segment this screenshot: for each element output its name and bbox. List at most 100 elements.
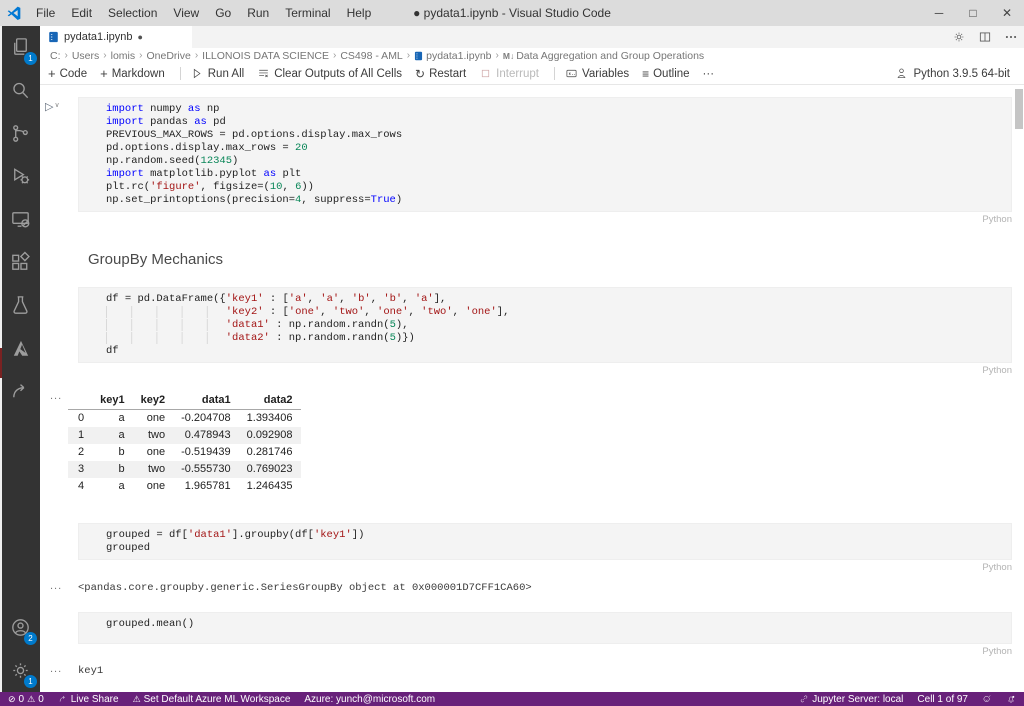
notifications-button[interactable]	[1006, 694, 1016, 704]
code-editor[interactable]: df = pd.DataFrame({'key1' : ['a', 'a', '…	[78, 287, 1012, 363]
output-options-ellipsis[interactable]: ...	[50, 663, 62, 675]
tab-bar: pydata1.ipynb ●	[40, 26, 1024, 48]
interpreter-icon	[895, 67, 908, 80]
sidebar-item-remote-explorer[interactable]	[0, 198, 40, 241]
code-line: plt.rc('figure', figsize=(10, 6))	[106, 181, 1005, 194]
add-code-cell-button[interactable]: +Code	[48, 66, 87, 81]
restart-button[interactable]: ↻ Restart	[415, 67, 466, 81]
table-header-cell: key1	[92, 392, 132, 410]
split-editor-icon[interactable]	[978, 30, 992, 44]
menu-selection[interactable]: Selection	[100, 0, 165, 26]
code-editor[interactable]: grouped.mean()	[78, 612, 1012, 644]
menu-go[interactable]: Go	[207, 0, 239, 26]
menu-run[interactable]: Run	[239, 0, 277, 26]
modified-dot[interactable]: ●	[138, 32, 143, 42]
bell-icon	[1006, 694, 1016, 704]
run-all-icon	[191, 67, 204, 80]
run-cell-button[interactable]: ▷ ∨	[45, 100, 60, 113]
table-header-cell: data1	[173, 392, 239, 410]
cell-output-dataframe: ... key1key2data1data20aone-0.2047081.39…	[78, 392, 1024, 495]
code-line: grouped = df['data1'].groupby(df['key1']…	[106, 529, 1005, 542]
code-cell-3[interactable]: grouped = df['data1'].groupby(df['key1']…	[78, 523, 1012, 573]
maximize-button[interactable]: □	[956, 0, 990, 26]
breadcrumb-item[interactable]: C:	[50, 50, 61, 62]
table-header-cell: key2	[133, 392, 173, 410]
minimize-button[interactable]: ─	[922, 0, 956, 26]
run-all-button[interactable]: Run All	[191, 67, 244, 80]
output-options-ellipsis[interactable]: ...	[50, 390, 62, 402]
azure-ml-workspace-button[interactable]: ⚠ Set Default Azure ML Workspace	[133, 694, 291, 705]
beaker-icon	[9, 294, 32, 317]
breadcrumb-item[interactable]: OneDrive	[146, 50, 190, 62]
sidebar-item-run-debug[interactable]	[0, 155, 40, 198]
code-line: 'data1' : np.random.randn(5),	[106, 319, 1005, 332]
explorer-badge: 1	[24, 52, 37, 65]
cell-position-indicator[interactable]: Cell 1 of 97	[917, 694, 968, 705]
breadcrumb-separator: ›	[65, 50, 68, 61]
sidebar-item-testing[interactable]	[0, 284, 40, 327]
breadcrumb-item-file[interactable]: pydata1.ipynb	[426, 50, 491, 62]
code-cell-1[interactable]: ▷ ∨ import numpy as npimport pandas as p…	[78, 97, 1012, 225]
breadcrumb-separator: ›	[333, 50, 336, 61]
more-actions-icon[interactable]	[1004, 30, 1018, 44]
breadcrumb-separator: ›	[407, 50, 410, 61]
sidebar-item-live-share[interactable]	[0, 370, 40, 413]
editor-area: pydata1.ipynb ● C: › Users › lomis › OneDri…	[40, 26, 1024, 692]
sidebar-item-extensions[interactable]	[0, 241, 40, 284]
close-button[interactable]: ✕	[990, 0, 1024, 26]
output-options-ellipsis[interactable]: ...	[50, 580, 62, 592]
menu-file[interactable]: File	[28, 0, 63, 26]
sidebar-item-settings[interactable]: 1	[0, 649, 40, 692]
table-cell: -0.555730	[173, 461, 239, 478]
variables-button[interactable]: Variables	[565, 67, 629, 80]
code-cell-2[interactable]: df = pd.DataFrame({'key1' : ['a', 'a', '…	[78, 287, 1012, 376]
table-row: 3btwo-0.5557300.769023	[68, 461, 301, 478]
cell-output-partial: ... key1	[78, 665, 1024, 677]
code-editor[interactable]: import numpy as npimport pandas as pdPRE…	[78, 97, 1012, 212]
jupyter-server-status[interactable]: Jupyter Server: local	[799, 694, 903, 705]
sidebar-item-azure[interactable]	[0, 327, 40, 370]
accounts-badge: 2	[24, 632, 37, 645]
menu-help[interactable]: Help	[339, 0, 380, 26]
add-markdown-cell-button[interactable]: +Markdown	[100, 66, 165, 81]
markdown-cell-heading[interactable]: GroupBy Mechanics	[88, 251, 1024, 269]
toolbar-separator	[554, 67, 555, 80]
outline-button[interactable]: ≡ Outline	[642, 67, 689, 81]
breadcrumb-item[interactable]: Users	[72, 50, 99, 62]
code-line: pd.options.display.max_rows = 20	[106, 142, 1005, 155]
table-cell: 0.769023	[239, 461, 301, 478]
menu-terminal[interactable]: Terminal	[277, 0, 338, 26]
link-icon	[799, 694, 809, 704]
breadcrumb-item[interactable]: ILLONOIS DATA SCIENCE	[202, 50, 329, 62]
menu-edit[interactable]: Edit	[63, 0, 100, 26]
dataframe-table: key1key2data1data20aone-0.2047081.393406…	[68, 392, 301, 495]
breadcrumb-item[interactable]: lomis	[111, 50, 136, 62]
azure-account-status[interactable]: Azure: yunch@microsoft.com	[304, 694, 435, 705]
sidebar-item-source-control[interactable]	[0, 112, 40, 155]
git-branch-icon	[9, 122, 32, 145]
live-share-button[interactable]: Live Share	[58, 694, 119, 705]
code-editor[interactable]: grouped = df['data1'].groupby(df['key1']…	[78, 523, 1012, 560]
tab-pydata1[interactable]: pydata1.ipynb ●	[40, 26, 192, 48]
sidebar-item-accounts[interactable]: 2	[0, 606, 40, 649]
feedback-button[interactable]	[982, 694, 992, 704]
breadcrumb-item[interactable]: CS498 - AML	[340, 50, 402, 62]
table-cell: b	[92, 444, 132, 461]
sidebar-item-search[interactable]	[0, 69, 40, 112]
kernel-picker[interactable]: Python 3.9.5 64-bit	[895, 67, 1010, 80]
problems-indicator[interactable]: ⊘ 0 ⚠ 0	[8, 694, 44, 705]
restart-icon: ↻	[415, 67, 425, 81]
live-share-icon	[58, 694, 68, 704]
sidebar-item-explorer[interactable]: 1	[0, 26, 40, 69]
menu-view[interactable]: View	[165, 0, 207, 26]
breadcrumb-item-section[interactable]: Data Aggregation and Group Operations	[516, 50, 704, 62]
code-cell-4[interactable]: grouped.mean() Python	[78, 612, 1012, 657]
scrollbar-thumb[interactable]	[1015, 89, 1023, 129]
gear-icon[interactable]	[952, 30, 966, 44]
clear-outputs-button[interactable]: Clear Outputs of All Cells	[257, 67, 402, 80]
table-cell: 0.281746	[239, 444, 301, 461]
markdown-icon: M↓	[503, 51, 514, 61]
code-line: 'data2' : np.random.randn(5)})	[106, 332, 1005, 345]
more-toolbar-actions[interactable]: ···	[703, 68, 715, 80]
table-cell: one	[133, 410, 173, 428]
